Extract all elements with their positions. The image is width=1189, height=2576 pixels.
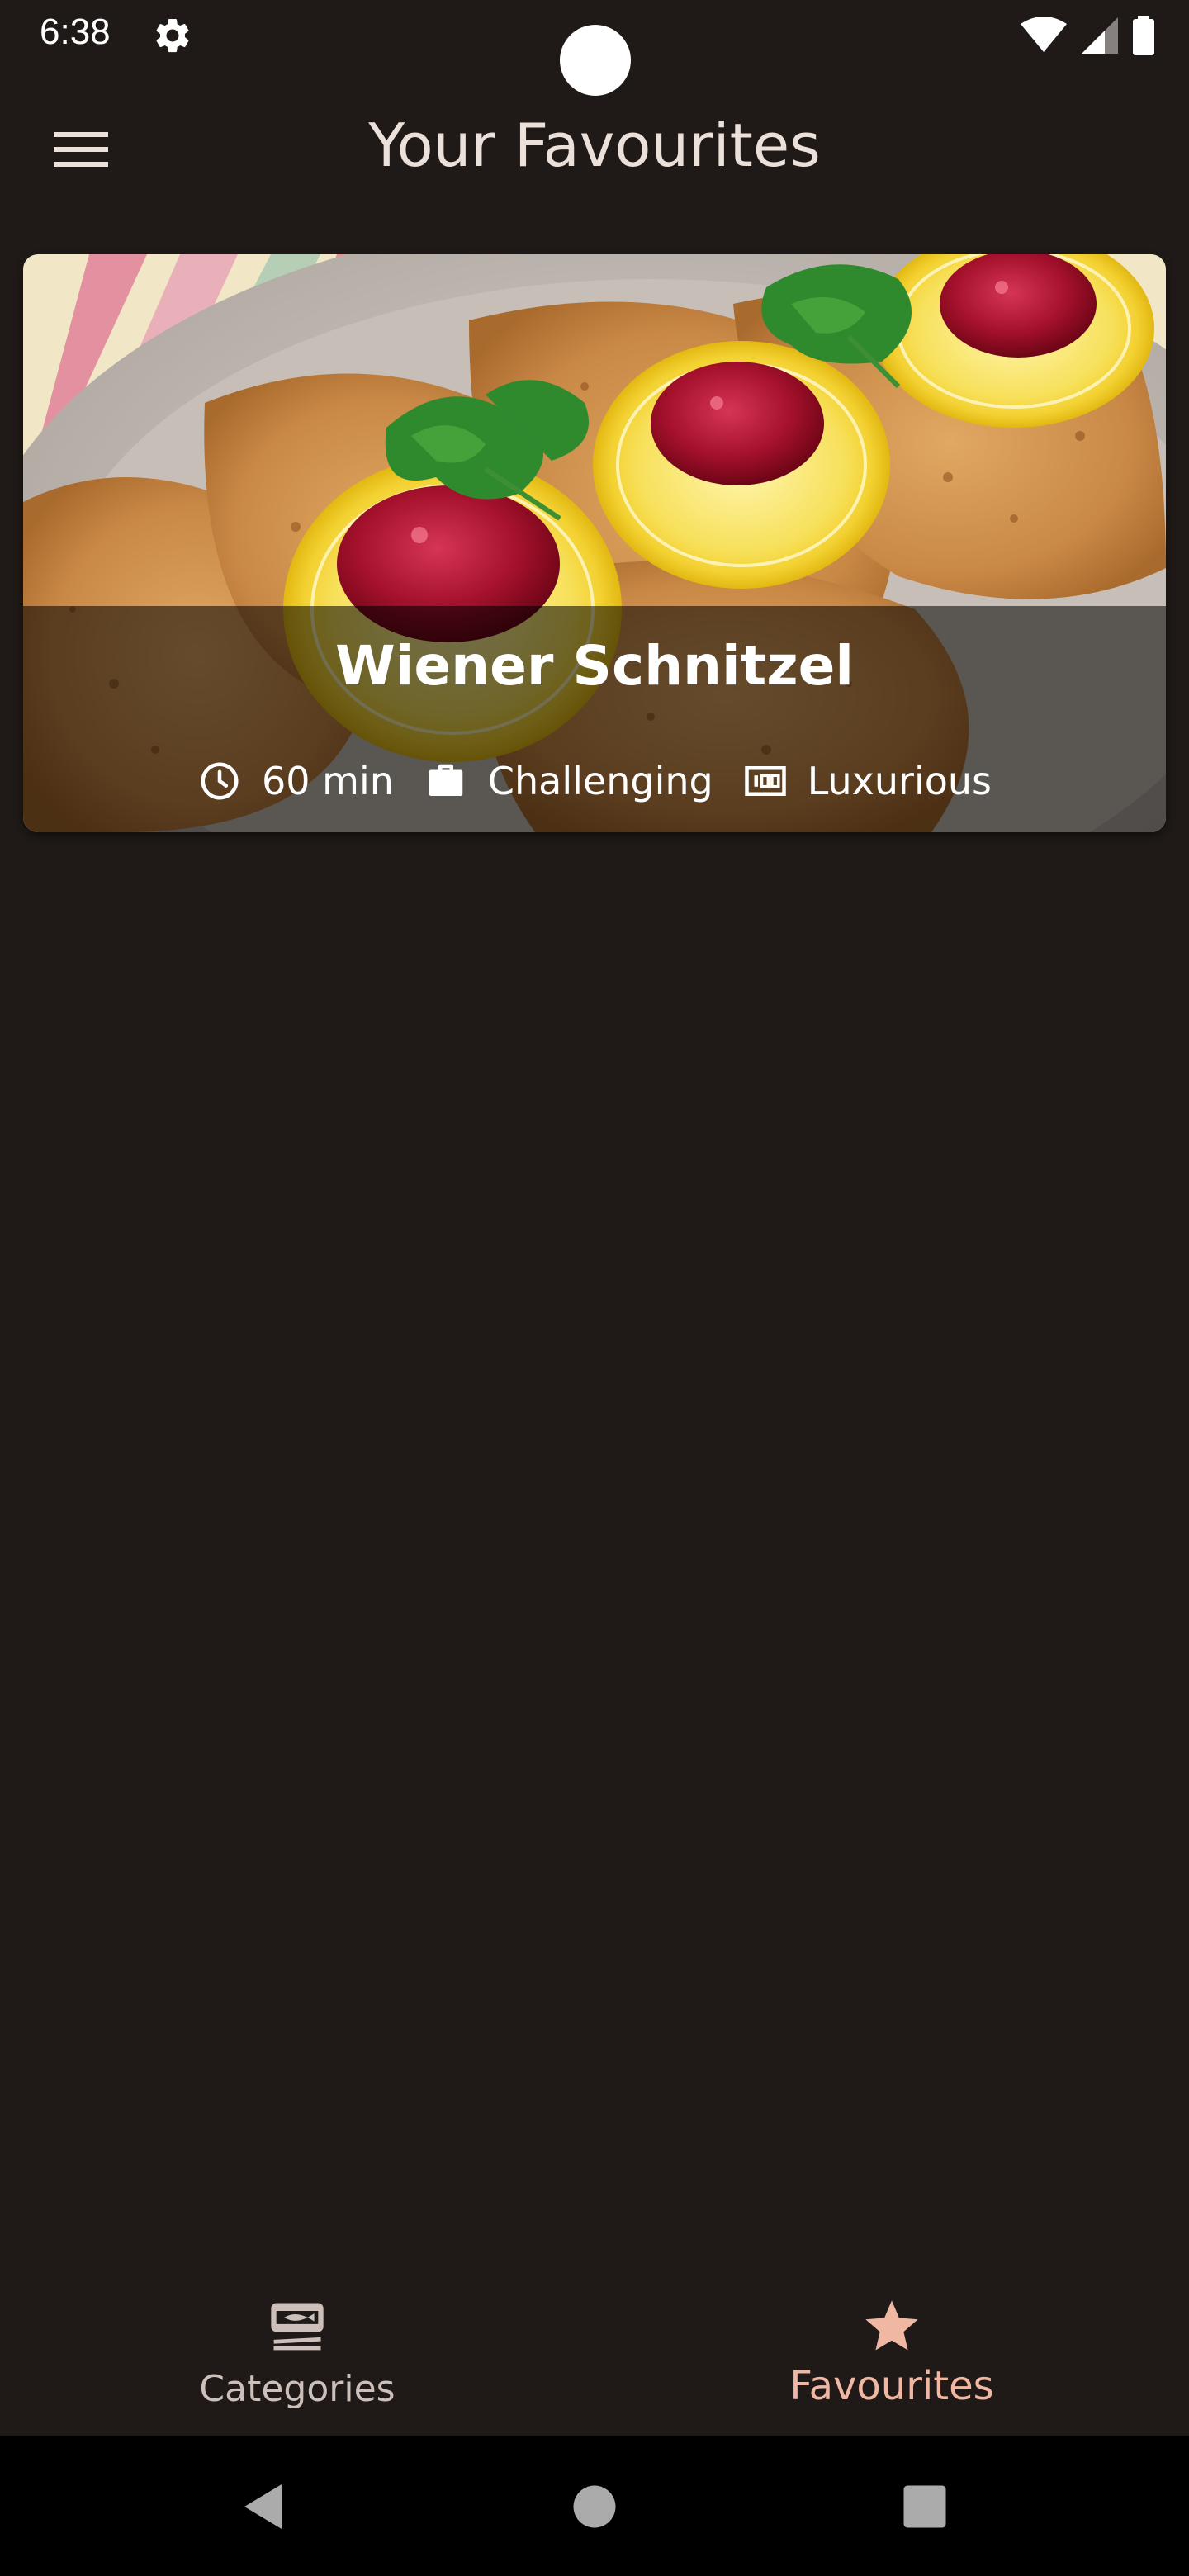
cellular-signal-icon	[1082, 17, 1118, 54]
meal-affordability-label: Luxurious	[807, 759, 992, 803]
back-icon[interactable]	[234, 2477, 294, 2536]
meal-complexity: Challenging	[424, 759, 713, 803]
status-icons	[1021, 15, 1154, 56]
camera-cutout	[560, 25, 631, 96]
money-icon	[744, 766, 786, 796]
briefcase-icon	[429, 764, 463, 796]
nav-label-favourites: Favourites	[789, 2363, 994, 2409]
app-bar: Your Favourites	[0, 91, 1189, 206]
meal-meta: 60 min Challenging Luxurious	[23, 748, 1166, 814]
battery-icon	[1133, 16, 1154, 55]
meal-complexity-label: Challenging	[487, 759, 713, 803]
meal-duration: 60 min	[197, 759, 394, 803]
meal-title: Wiener Schnitzel	[334, 634, 855, 698]
system-navigation-bar	[0, 2436, 1189, 2576]
star-icon	[865, 2300, 918, 2351]
wifi-icon	[1021, 17, 1067, 52]
set-meal-icon	[271, 2303, 324, 2351]
recent-apps-icon[interactable]	[895, 2477, 955, 2536]
nav-label-categories: Categories	[199, 2368, 396, 2410]
status-time: 6:38	[40, 12, 111, 52]
meal-affordability: Luxurious	[743, 759, 992, 803]
meal-duration-label: 60 min	[261, 759, 394, 803]
page-title: Your Favourites	[368, 111, 821, 180]
meal-card[interactable]: Wiener Schnitzel 60 min Challenging Luxu…	[23, 254, 1166, 832]
nav-item-categories[interactable]: Categories	[0, 2246, 594, 2436]
bottom-navigation: Categories Favourites	[0, 2246, 1189, 2436]
clock-icon	[201, 762, 239, 800]
home-icon[interactable]	[565, 2477, 624, 2536]
settings-gear-icon	[156, 19, 189, 53]
status-bar: 6:38	[0, 0, 1189, 96]
nav-item-favourites[interactable]: Favourites	[594, 2246, 1189, 2436]
